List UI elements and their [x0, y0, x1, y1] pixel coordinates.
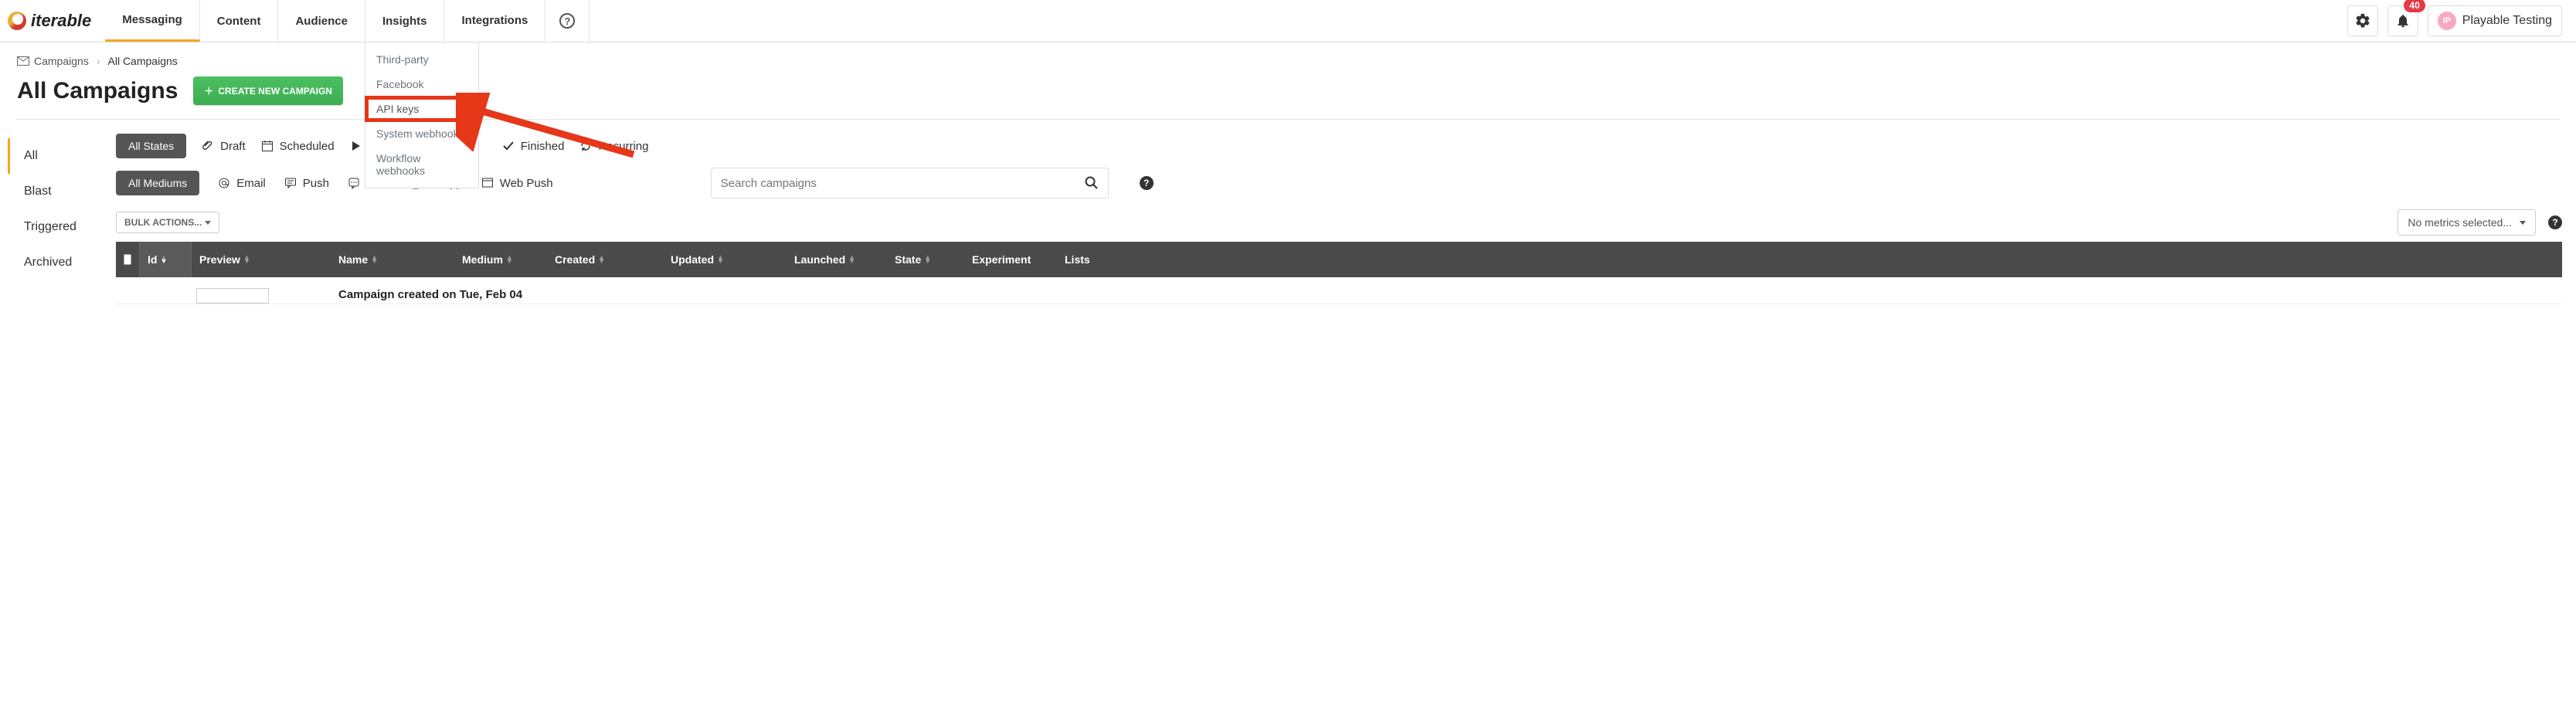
- sidebar: All Blast Triggered Archived: [8, 134, 116, 304]
- sidebar-item-all[interactable]: All: [8, 138, 116, 174]
- filter-all-mediums[interactable]: All Mediums: [116, 171, 199, 195]
- bulk-actions-button[interactable]: BULK ACTIONS...: [116, 212, 219, 233]
- sms-icon: [348, 177, 360, 189]
- help-icon: ?: [559, 13, 575, 29]
- help-tooltip-icon[interactable]: ?: [2548, 215, 2562, 229]
- nav-tab-integrations[interactable]: Integrations: [444, 0, 545, 42]
- th-name[interactable]: Name ▲▼: [331, 253, 454, 266]
- dropdown-item-third-party[interactable]: Third-party: [365, 47, 478, 72]
- plus-icon: ＋: [204, 84, 213, 97]
- browser-icon: [481, 177, 494, 189]
- sidebar-item-blast[interactable]: Blast: [8, 174, 116, 209]
- filter-draft[interactable]: Draft: [202, 140, 246, 153]
- filter-webpush[interactable]: Web Push: [481, 177, 553, 190]
- help-tooltip-icon[interactable]: ?: [1140, 176, 1154, 190]
- th-id[interactable]: Id ▲▼: [139, 242, 192, 277]
- create-campaign-button[interactable]: ＋ CREATE NEW CAMPAIGN: [193, 76, 343, 105]
- th-state[interactable]: State ▲▼: [887, 253, 964, 266]
- th-lists: Lists: [1057, 253, 1127, 266]
- bell-icon: [2395, 12, 2411, 29]
- nav-tabs: Messaging Content Audience Insights Inte…: [105, 0, 545, 42]
- table-row[interactable]: Campaign created on Tue, Feb 04: [116, 277, 2562, 304]
- user-menu[interactable]: IP Playable Testing: [2428, 5, 2562, 36]
- sort-icon: ▲▼: [243, 256, 250, 263]
- campaigns-table: Id ▲▼ Preview ▲▼ Name ▲▼ Medium ▲▼ Creat…: [116, 242, 2562, 304]
- th-checkbox[interactable]: [116, 254, 139, 265]
- sidebar-item-archived[interactable]: Archived: [8, 245, 116, 280]
- sort-icon: ▲▼: [717, 256, 724, 263]
- caret-down-icon: [205, 221, 211, 225]
- play-icon: [350, 140, 362, 152]
- envelope-icon: [17, 56, 29, 66]
- notification-badge: 40: [2404, 0, 2425, 12]
- avatar: IP: [2438, 12, 2456, 30]
- mediums-filter-row: All Mediums Email Push SMS In-App Web Pu…: [116, 168, 2562, 198]
- filter-push[interactable]: Push: [284, 177, 329, 190]
- sidebar-item-triggered[interactable]: Triggered: [8, 209, 116, 245]
- logo-icon: [8, 12, 26, 30]
- calendar-icon: [261, 140, 274, 152]
- nav-tab-insights[interactable]: Insights: [365, 0, 445, 42]
- row-checkbox[interactable]: [116, 288, 139, 291]
- notifications-button[interactable]: 40: [2387, 5, 2418, 36]
- user-name: Playable Testing: [2462, 14, 2552, 28]
- chevron-right-icon: ›: [97, 55, 100, 67]
- preview-thumbnail: [196, 288, 269, 304]
- sort-icon: ▲▼: [598, 256, 605, 263]
- sort-icon: ▲▼: [924, 256, 931, 263]
- actions-row: BULK ACTIONS... No metrics selected... ?: [116, 209, 2562, 236]
- th-updated[interactable]: Updated ▲▼: [663, 253, 787, 266]
- th-launched[interactable]: Launched ▲▼: [787, 253, 887, 266]
- settings-button[interactable]: [2347, 5, 2378, 36]
- filter-email[interactable]: Email: [218, 177, 266, 190]
- sort-icon: ▲▼: [506, 256, 513, 263]
- sort-icon: ▲▼: [848, 256, 855, 263]
- top-nav: iterable Messaging Content Audience Insi…: [0, 0, 2576, 42]
- brand-logo[interactable]: iterable: [0, 0, 105, 42]
- th-medium[interactable]: Medium ▲▼: [454, 253, 547, 266]
- search-icon[interactable]: [1085, 176, 1099, 190]
- filter-scheduled[interactable]: Scheduled: [261, 140, 335, 153]
- th-preview[interactable]: Preview ▲▼: [192, 253, 331, 266]
- metrics-select[interactable]: No metrics selected...: [2398, 209, 2536, 236]
- at-icon: [218, 177, 230, 189]
- brand-name: iterable: [31, 11, 91, 31]
- nav-tab-messaging[interactable]: Messaging: [105, 0, 200, 42]
- th-experiment: Experiment: [964, 253, 1057, 266]
- breadcrumb-root[interactable]: Campaigns: [17, 55, 89, 67]
- nav-tab-content[interactable]: Content: [200, 0, 279, 42]
- gear-icon: [2354, 12, 2371, 29]
- row-name[interactable]: Campaign created on Tue, Feb 04: [331, 288, 2562, 301]
- nav-right: 40 IP Playable Testing: [2347, 0, 2576, 42]
- search-input[interactable]: [721, 168, 1085, 198]
- sort-icon: ▲▼: [160, 256, 167, 263]
- table-header: Id ▲▼ Preview ▲▼ Name ▲▼ Medium ▲▼ Creat…: [116, 242, 2562, 277]
- filter-all-states[interactable]: All States: [116, 134, 186, 158]
- nav-help[interactable]: ?: [545, 0, 590, 42]
- chat-icon: [284, 177, 297, 189]
- th-created[interactable]: Created ▲▼: [547, 253, 663, 266]
- caret-down-icon: [2520, 221, 2526, 225]
- sort-icon: ▲▼: [371, 256, 378, 263]
- paperclip-icon: [202, 140, 214, 152]
- nav-tab-audience[interactable]: Audience: [278, 0, 365, 42]
- annotation-arrow: [456, 93, 641, 162]
- page-title: All Campaigns: [17, 78, 178, 104]
- search-wrap: [711, 168, 1109, 198]
- row-preview: [192, 288, 331, 304]
- breadcrumb-current: All Campaigns: [108, 55, 178, 67]
